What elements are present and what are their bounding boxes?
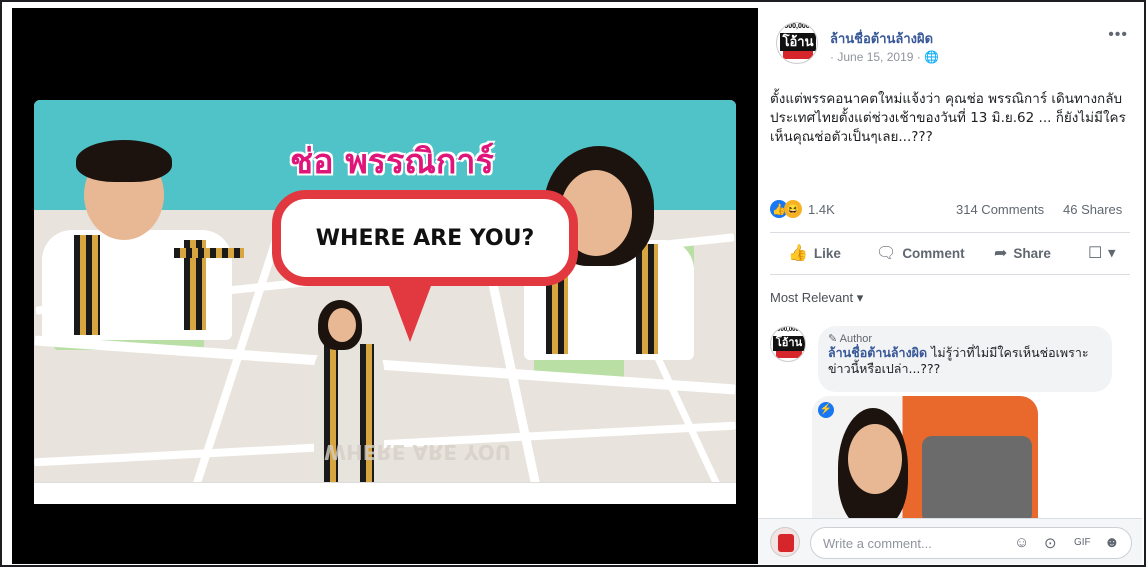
emoji-icon[interactable]: ☺ <box>1014 534 1029 551</box>
bubble-text: WHERE ARE YOU? <box>315 225 535 251</box>
post-meta: · June 15, 2019 · 🌐 <box>830 50 939 64</box>
window-frame: ช่อ พรรณิการ์ WHERE ARE YOU? WHERE ARE Y… <box>0 0 1146 567</box>
figure-left <box>34 130 254 350</box>
lightning-icon: ⚡ <box>818 402 834 418</box>
comment-bubble: ✎ Author ล้านชื่อต้านล้างผิด ไม่รู้ว่าที… <box>818 326 1112 392</box>
viewer-avatar[interactable] <box>770 527 800 557</box>
divider <box>770 274 1130 275</box>
globe-icon: 🌐 <box>924 50 940 64</box>
thumbs-up-icon: 👍 <box>788 245 808 262</box>
reaction-count[interactable]: 1.4K <box>808 202 835 217</box>
photo-viewer[interactable]: ช่อ พรรณิการ์ WHERE ARE YOU? WHERE ARE Y… <box>12 8 758 564</box>
page-avatar[interactable]: 000,000 โอ้าน <box>776 22 818 64</box>
comment-label: Comment <box>902 245 965 261</box>
speech-bubble-tail <box>386 278 434 342</box>
viewer-avatar-shape <box>778 534 794 552</box>
image-footer <box>34 482 736 504</box>
share-label: Share <box>1013 245 1051 261</box>
post-text: ตั้งแต่พรรคอนาคตใหม่แจ้งว่า คุณช่อ พรรณิ… <box>770 91 1126 145</box>
comment-count[interactable]: 314 Comments <box>956 202 1044 217</box>
divider <box>770 232 1130 233</box>
share-count[interactable]: 46 Shares <box>1063 202 1122 217</box>
comment-author-link[interactable]: ล้านชื่อต้านล้างผิด <box>828 346 927 360</box>
image-headline: ช่อ พรรณิการ์ <box>290 142 494 182</box>
speech-bubble: WHERE ARE YOU? <box>272 190 578 286</box>
meta-dot: · <box>913 50 925 64</box>
comment-image-crowd <box>922 436 1032 524</box>
post-date[interactable]: June 15, 2019 <box>837 50 913 64</box>
page-avatar-small-icon: ☐ <box>1088 245 1103 262</box>
avatar-logo-text: โอ้าน <box>780 33 816 51</box>
post-panel: 000,000 โอ้าน ล้านชื่อต้านล้างผิด · June… <box>758 8 1142 564</box>
comment-sort-dropdown[interactable]: Most Relevant ▾ <box>770 290 863 306</box>
comment-icon: 🗨 <box>876 245 897 262</box>
avatar-logo-text: โอ้าน <box>773 336 805 351</box>
comment-composer: Write a comment... ☺ ⊙ GIF ☻ <box>758 518 1142 564</box>
page-name-link[interactable]: ล้านชื่อต้านล้างผิด <box>830 28 933 49</box>
mirrored-text: WHERE ARE YOU <box>324 440 512 464</box>
comment-body: ล้านชื่อต้านล้างผิด ไม่รู้ว่าที่ไม่มีใคร… <box>828 345 1102 377</box>
comment-button[interactable]: 🗨 Comment <box>876 243 965 263</box>
reaction-selector[interactable]: ☐ ▾ <box>1088 243 1115 263</box>
avatar-red-band <box>776 351 802 358</box>
sticker-icon[interactable]: ☻ <box>1104 534 1120 551</box>
post-image[interactable]: ช่อ พรรณิการ์ WHERE ARE YOU? WHERE ARE Y… <box>34 100 736 504</box>
like-label: Like <box>813 245 841 261</box>
more-options-icon[interactable]: ••• <box>1108 26 1128 44</box>
gif-icon[interactable]: GIF <box>1074 537 1091 548</box>
chevron-down-icon: ▾ <box>1108 245 1116 260</box>
reaction-summary: 👍 😆 1.4K 314 Comments 46 Shares <box>770 200 1132 220</box>
author-badge: ✎ Author <box>828 332 1102 345</box>
pencil-icon: ✎ <box>828 333 838 345</box>
share-icon: ➦ <box>994 245 1008 262</box>
comment-image-face <box>848 424 902 494</box>
avatar-red-band <box>783 51 813 59</box>
share-button[interactable]: ➦ Share <box>994 243 1051 263</box>
camera-icon[interactable]: ⊙ <box>1044 534 1057 552</box>
comment-image[interactable]: ⚡ <box>812 396 1038 524</box>
like-button[interactable]: 👍 Like <box>788 243 841 263</box>
haha-reaction-icon[interactable]: 😆 <box>784 200 802 218</box>
author-badge-label: Author <box>839 333 873 345</box>
comment-avatar[interactable]: 000,000 โอ้าน <box>770 326 806 362</box>
